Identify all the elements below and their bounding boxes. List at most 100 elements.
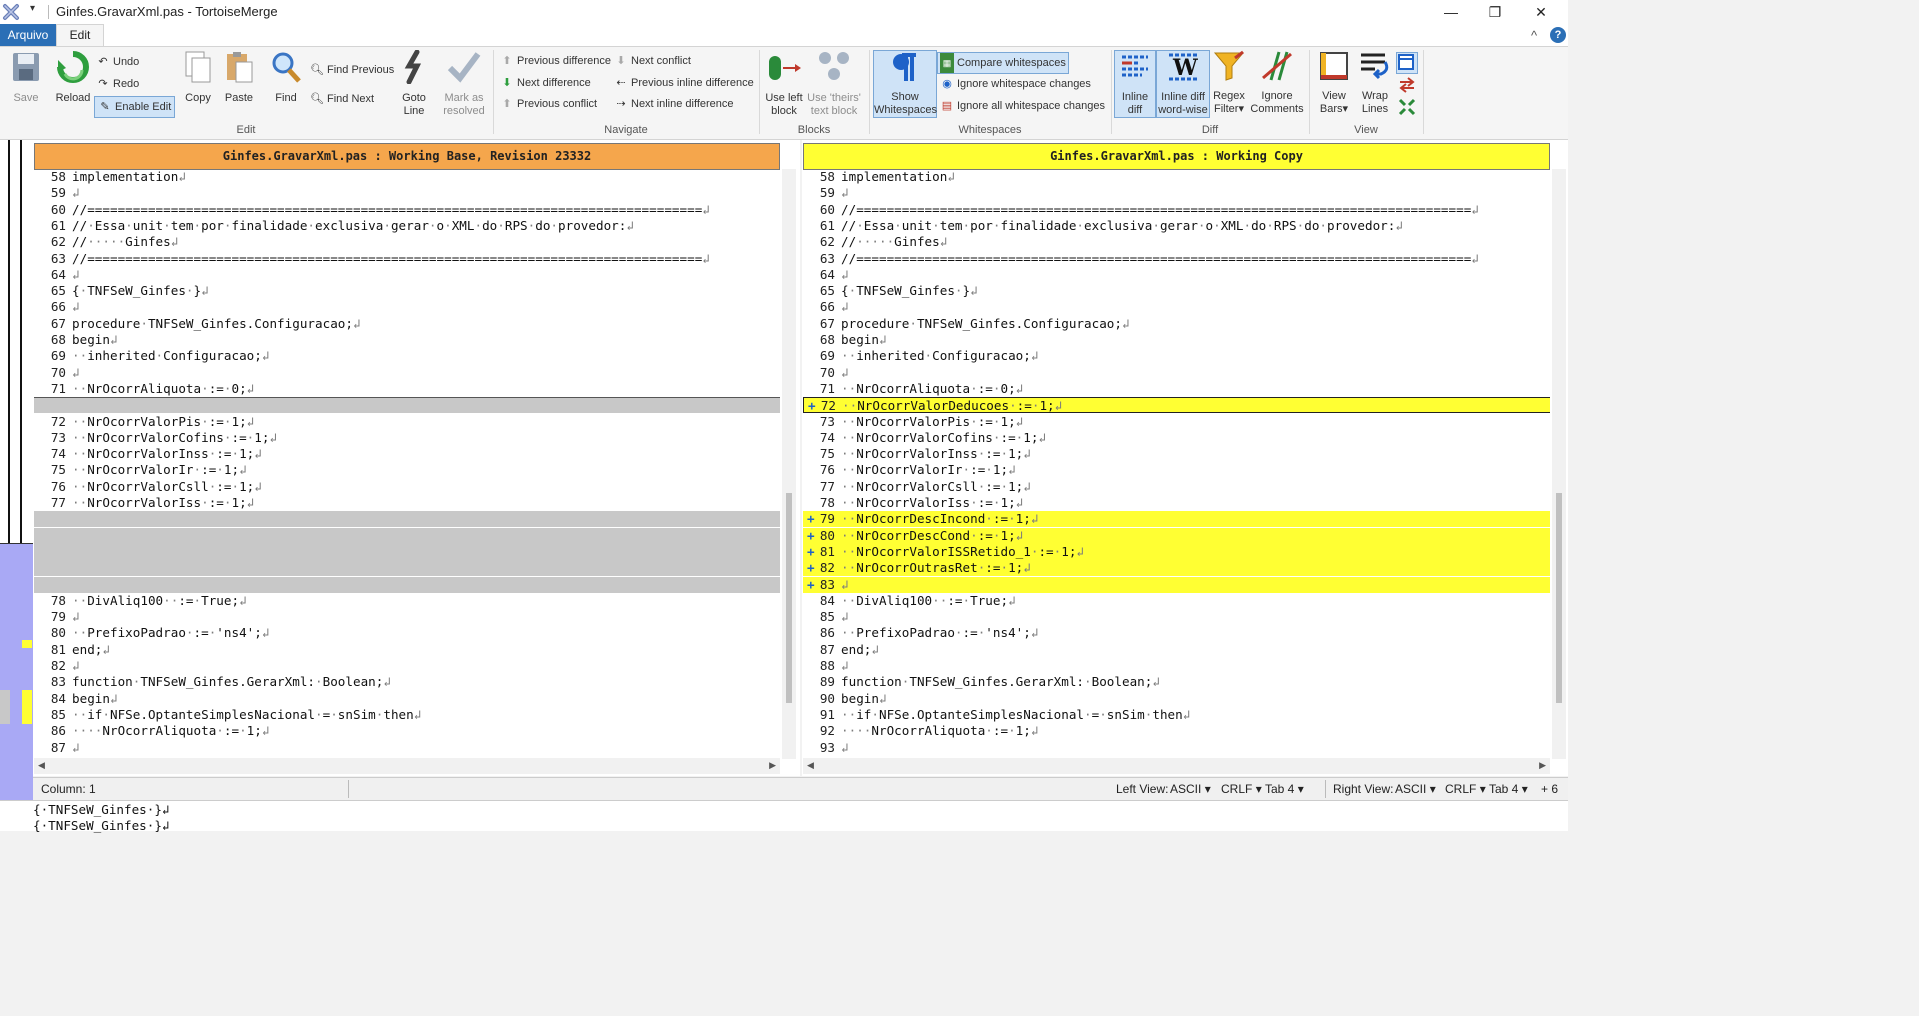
reload-button[interactable]: Reload [52,50,94,105]
goto-line-button[interactable]: Goto Line [396,49,432,118]
code-line[interactable]: 84 begin↲ [34,690,780,707]
code-line[interactable]: 77 ··NrOcorrValorIss·:=·1;↲ [34,495,780,511]
left-vertical-scrollbar[interactable] [782,169,796,759]
enable-edit-button[interactable]: ✎ Enable Edit [94,96,176,118]
scroll-right-icon[interactable]: ▶ [1539,760,1546,771]
help-icon[interactable]: ? [1550,27,1566,43]
left-scroll-thumb[interactable] [786,493,792,703]
code-line[interactable]: 91 ··if·NFSe.OptanteSimplesNacional·=·snS… [803,706,1550,723]
code-line[interactable]: 59 ↲ [34,185,780,202]
code-line[interactable]: 90 begin↲ [803,690,1550,707]
location-bar[interactable] [0,140,33,802]
code-line[interactable]: 72 ··NrOcorrValorPis·:=·1;↲ [34,413,780,430]
ignore-all-whitespace-button[interactable]: ▤ Ignore all whitespace changes [940,96,1105,116]
quick-access-dropdown[interactable]: ▾ [30,3,35,14]
code-line[interactable]: 93 ↲ [803,739,1550,756]
code-line[interactable]: 63 //====================================… [803,250,1550,267]
code-line[interactable] [34,576,780,593]
wrap-lines-button[interactable]: Wrap Lines [1356,50,1394,116]
maximize-button[interactable]: ❐ [1472,0,1518,24]
code-line[interactable]: 78 ··DivAliq100··:=·True;↲ [34,592,780,609]
code-line[interactable]: 65 {·TNFSeW_Ginfes·}↲ [34,283,780,300]
code-line[interactable]: 66 ↲ [803,299,1550,316]
copy-button[interactable]: Copy [180,50,216,105]
code-line[interactable]: 58 implementation↲ [803,169,1550,185]
right-encoding-dropdown[interactable]: ASCII ▾ [1395,782,1436,796]
code-line[interactable]: +72 ··NrOcorrValorDeducoes·:=·1;↲ [803,397,1550,414]
code-line[interactable]: 79 ↲ [34,609,780,626]
left-code-area[interactable]: 58 implementation↲ 59 ↲ 60 //================… [34,169,780,759]
left-encoding-dropdown[interactable]: ASCII ▾ [1170,782,1211,796]
code-line[interactable]: +82 ··NrOcorrOutrasRet·:=·1;↲ [803,560,1550,577]
right-tab-dropdown[interactable]: Tab 4 ▾ [1489,782,1528,796]
code-line[interactable]: 81 end;↲ [34,641,780,658]
code-line[interactable] [34,543,780,560]
collapse-ribbon-icon[interactable]: ^ [1531,28,1537,43]
previous-difference-button[interactable]: ⬆ Previous difference [500,51,611,71]
use-left-block-button[interactable]: Use left block [762,50,806,118]
code-line[interactable]: 76 ··NrOcorrValorIr·:=·1;↲ [803,462,1550,479]
code-line[interactable]: 71 ··NrOcorrAliquota·:=·0;↲ [34,380,780,397]
code-line[interactable]: 80 ··PrefixoPadrao·:=·'ns4';↲ [34,625,780,642]
code-line[interactable] [34,397,780,414]
code-line[interactable]: 75 ··NrOcorrValorInss·:=·1;↲ [803,446,1550,463]
code-line[interactable]: +80 ··NrOcorrDescCond·:=·1;↲ [803,527,1550,544]
code-line[interactable]: 67 procedure·TNFSeW_Ginfes.Configuracao;↲ [34,315,780,332]
inline-diff-wordwise-button[interactable]: W Inline diff word-wise [1156,50,1210,118]
code-line[interactable]: 73 ··NrOcorrValorCofins·:=·1;↲ [34,429,780,446]
code-line[interactable] [34,560,780,577]
code-line[interactable]: 76 ··NrOcorrValorCsll·:=·1;↲ [34,478,780,495]
find-next-button[interactable]: 🔍︎ Find Next [310,89,374,109]
code-line[interactable]: 59 ↲ [803,185,1550,202]
view-bars-button[interactable]: View Bars▾ [1314,50,1354,116]
right-eol-dropdown[interactable]: CRLF ▾ [1445,782,1486,796]
find-previous-button[interactable]: 🔍︎ Find Previous [310,60,394,80]
code-line[interactable]: 86 ····NrOcorrAliquota·:=·1;↲ [34,723,780,740]
code-line[interactable]: 69 ··inherited·Configuracao;↲ [803,348,1550,365]
code-line[interactable]: 70 ↲ [34,364,780,381]
bottom-pane[interactable]: {·TNFSeW_Ginfes·}↲ {·TNFSeW_Ginfes·}↲ [0,800,1568,833]
code-line[interactable]: 64 ↲ [803,266,1550,283]
mark-resolved-button[interactable]: Mark as resolved [440,50,488,118]
tab-edit[interactable]: Edit [56,24,104,46]
redo-button[interactable]: ↷ Redo [96,74,139,94]
tab-arquivo[interactable]: Arquivo [0,24,56,46]
scroll-left-icon[interactable]: ◀ [807,760,814,771]
use-theirs-block-button[interactable]: Use 'theirs' text block [806,50,862,118]
code-line[interactable]: 69 ··inherited·Configuracao;↲ [34,348,780,365]
swap-panes-button[interactable] [1398,76,1416,94]
code-line[interactable]: 62 //·····Ginfes↲ [803,234,1550,251]
code-line[interactable]: 78 ··NrOcorrValorIss·:=·1;↲ [803,495,1550,511]
code-line[interactable]: 84 ··DivAliq100··:=·True;↲ [803,592,1550,609]
next-difference-button[interactable]: ⬇ Next difference [500,73,590,93]
right-horizontal-scrollbar[interactable]: ◀ ▶ [803,758,1550,774]
code-line[interactable]: 92 ····NrOcorrAliquota·:=·1;↲ [803,723,1550,740]
code-line[interactable]: 86 ··PrefixoPadrao·:=·'ns4';↲ [803,625,1550,642]
find-button[interactable]: Find [268,50,304,105]
scroll-left-icon[interactable]: ◀ [38,760,45,771]
code-line[interactable]: 82 ↲ [34,658,780,674]
code-line[interactable]: 63 //====================================… [34,250,780,267]
collapse-panes-button[interactable] [1398,98,1416,116]
code-line[interactable]: 61 //·Essa·unit·tem·por·finalidade·exclus… [34,217,780,234]
code-line[interactable]: 89 function·TNFSeW_Ginfes.GerarXml:·Boole… [803,674,1550,691]
viewport-indicator[interactable] [0,543,33,802]
code-line[interactable]: 74 ··NrOcorrValorInss·:=·1;↲ [34,446,780,463]
code-line[interactable]: 77 ··NrOcorrValorCsll·:=·1;↲ [803,478,1550,495]
code-line[interactable]: 74 ··NrOcorrValorCofins·:=·1;↲ [803,429,1550,446]
code-line[interactable]: 66 ↲ [34,299,780,316]
regex-filter-button[interactable]: Regex Filter▾ [1210,50,1248,116]
code-line[interactable]: 60 //====================================… [803,201,1550,218]
minimize-button[interactable]: — [1428,0,1474,24]
left-eol-dropdown[interactable]: CRLF ▾ [1221,782,1262,796]
left-tab-dropdown[interactable]: Tab 4 ▾ [1265,782,1304,796]
next-conflict-button[interactable]: ⬇ Next conflict [614,51,691,71]
close-button[interactable]: ✕ [1518,0,1564,24]
code-line[interactable]: 83 function·TNFSeW_Ginfes.GerarXml:·Boole… [34,674,780,691]
right-code-area[interactable]: 58 implementation↲ 59 ↲ 60 //================… [803,169,1550,759]
previous-inline-difference-button[interactable]: ⇠ Previous inline difference [614,73,753,93]
code-line[interactable]: 75 ··NrOcorrValorIr·:=·1;↲ [34,462,780,479]
code-line[interactable]: 85 ··if·NFSe.OptanteSimplesNacional·=·snS… [34,706,780,723]
code-line[interactable]: 88 ↲ [803,658,1550,674]
code-line[interactable]: 87 ↲ [34,739,780,756]
